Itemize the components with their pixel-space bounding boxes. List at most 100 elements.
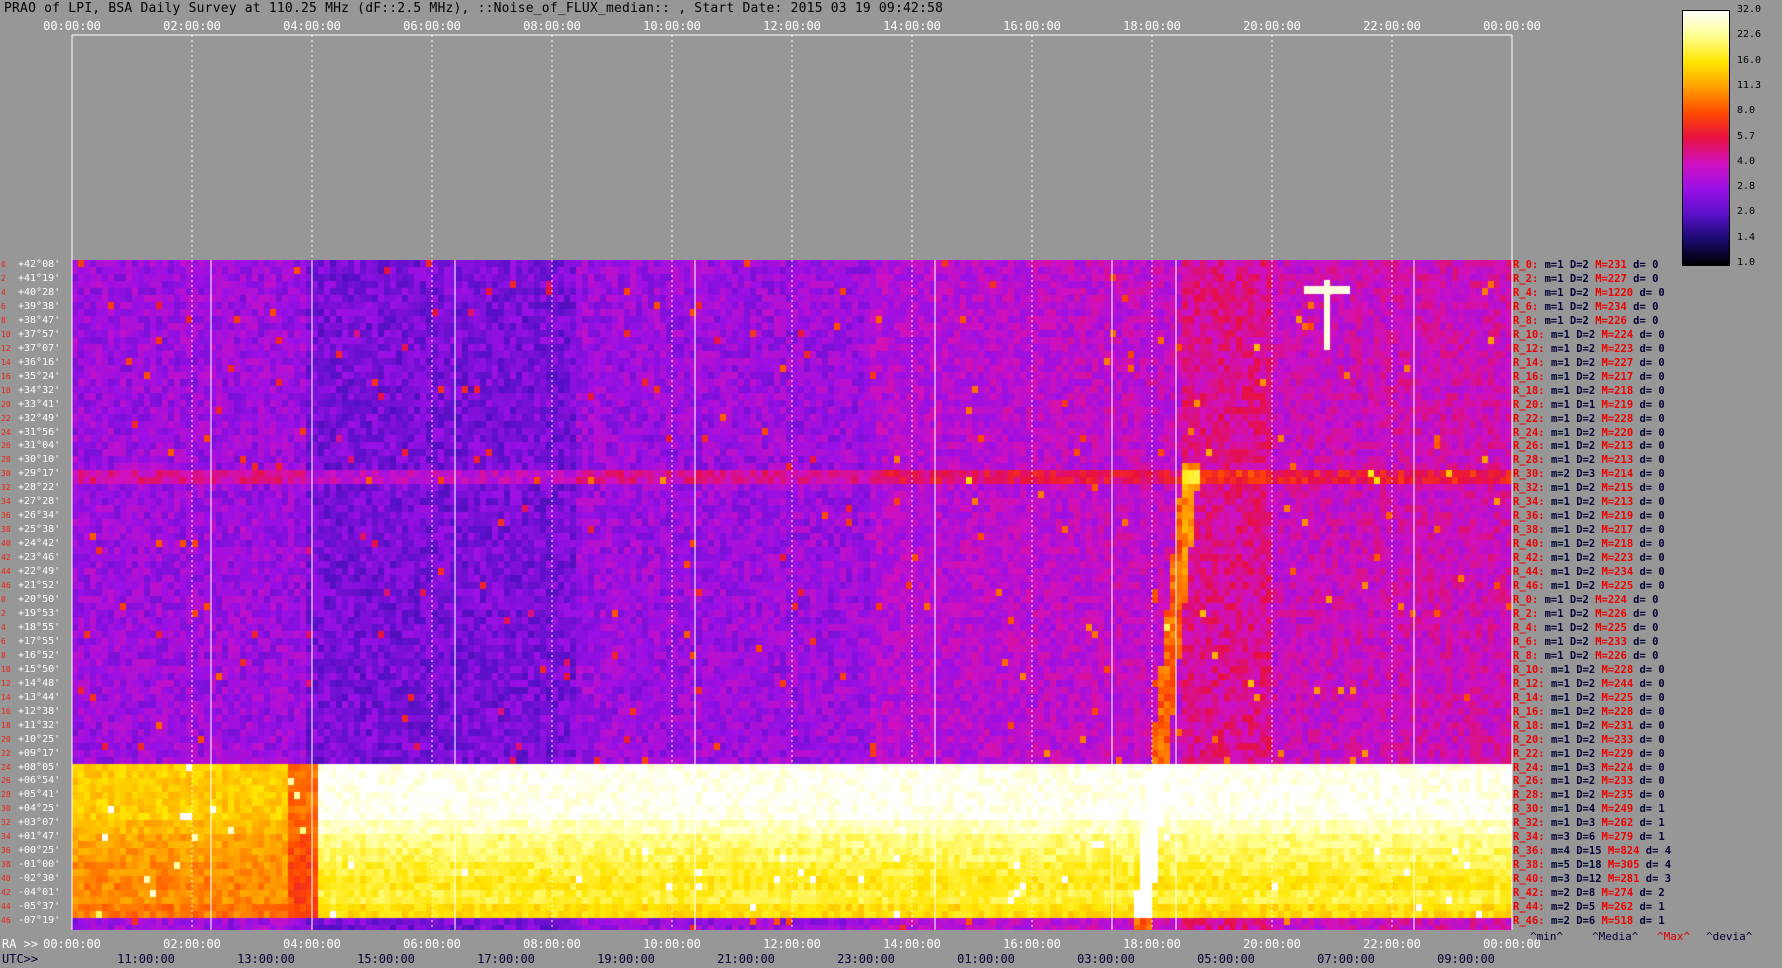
row-stat-d: D=2: [1576, 663, 1602, 676]
row-stat-m: M=1220: [1595, 286, 1640, 299]
row-stat-d: d= 0: [1639, 677, 1665, 690]
declination-label: +41°19': [18, 272, 61, 284]
colorbar-tick: 32.0: [1737, 4, 1762, 15]
row-stat-m: M=227: [1595, 272, 1634, 285]
row-stat-d: d= 0: [1639, 468, 1665, 481]
ra-tick-label: 22:00:00: [1363, 937, 1421, 951]
row-index-label: 36: [1, 846, 11, 856]
row-stat-d: D=2: [1569, 594, 1596, 606]
row-stat-m: M=229: [1601, 747, 1640, 760]
row-stat-d: d= 0: [1639, 286, 1665, 299]
ra-tick-label: 00:00:00: [43, 937, 101, 951]
row-index-label: 38: [1, 860, 11, 870]
row-index-label: 8: [1, 650, 6, 660]
top-tick-label: 08:00:00: [523, 19, 581, 33]
declination-label: +19°53': [18, 607, 61, 619]
row-stat-d: D=2: [1576, 412, 1602, 425]
row-stat-d: d= 0: [1633, 259, 1659, 271]
top-tick-label: 20:00:00: [1243, 19, 1301, 33]
row-stat-d: D=3: [1576, 817, 1602, 830]
row-stat: R_32: m=1 D=2 M=215 d= 0: [1513, 482, 1665, 494]
row-stat: R_34: m=3 D=6 M=279 d= 1: [1513, 831, 1665, 843]
row-stat-m: m=1: [1544, 594, 1570, 606]
colorbar-tick: 5.7: [1737, 130, 1756, 142]
row-stat-d: d= 1: [1639, 803, 1665, 816]
row-stat: R_10: m=1 D=2 M=228 d= 0: [1513, 664, 1665, 676]
row-stat-d: d= 0: [1639, 747, 1665, 760]
row-stat-d: d= 0: [1639, 398, 1665, 411]
top-tick-label: 10:00:00: [643, 19, 701, 33]
top-tick-label: 00:00:00: [43, 19, 101, 33]
ra-tick-label: 16:00:00: [1003, 937, 1061, 951]
row-stat-m: M=217: [1601, 370, 1640, 383]
row-stat-m: m=1: [1550, 803, 1577, 816]
row-stat-m: M=234: [1595, 300, 1634, 313]
row-stat-ra: R_14:: [1513, 356, 1551, 369]
row-stat-m: m=1: [1544, 286, 1570, 299]
row-index-label: 2: [1, 608, 6, 618]
row-stat-d: d= 0: [1639, 342, 1665, 355]
row-stat-d: d= 0: [1639, 482, 1665, 495]
row-index-label: 18: [1, 385, 11, 395]
row-stat-m: M=262: [1601, 817, 1640, 830]
row-stat-d: d= 2: [1639, 887, 1665, 900]
row-stat-d: d= 1: [1639, 817, 1665, 830]
utc-tick-label: 01:00:00: [957, 952, 1015, 966]
utc-tick-label: 17:00:00: [477, 952, 535, 966]
ra-tick-label: 18:00:00: [1123, 937, 1181, 951]
row-stat-d: D=2: [1576, 440, 1602, 453]
declination-label: +24°42': [18, 538, 61, 550]
row-stat-ra: R_38:: [1513, 524, 1551, 537]
row-stat-ra: R_30:: [1513, 803, 1551, 816]
row-stat-d: D=2: [1569, 635, 1596, 648]
row-stat-d: d= 0: [1639, 538, 1665, 551]
row-index-label: 40: [1, 874, 11, 884]
row-stat-ra: R_0:: [1513, 594, 1545, 606]
row-stat-m: M=223: [1601, 552, 1640, 565]
row-index-label: 30: [1, 469, 11, 479]
row-stat-m: m=1: [1550, 398, 1577, 411]
row-stat-d: D=2: [1576, 789, 1602, 802]
row-stat-m: M=213: [1601, 454, 1640, 467]
row-stat-m: m=1: [1544, 635, 1570, 648]
utc-tick-label: 09:00:00: [1437, 952, 1495, 966]
row-index-label: 6: [1, 301, 6, 311]
declination-label: +05°41': [18, 789, 61, 801]
row-stat-m: M=217: [1601, 524, 1640, 537]
declination-label: +37°57': [18, 328, 61, 340]
row-stat-ra: R_28:: [1513, 789, 1551, 802]
row-stat-m: M=219: [1601, 510, 1640, 523]
row-stat: R_42: m=1 D=2 M=223 d= 0: [1513, 552, 1665, 564]
row-stat-d: D=6: [1576, 831, 1602, 844]
row-index-label: 24: [1, 762, 11, 772]
declination-label: +11°32': [18, 719, 61, 731]
row-stat-d: d= 0: [1639, 691, 1665, 704]
row-stat-d: D=2: [1576, 747, 1602, 760]
row-stat-m: m=1: [1550, 342, 1577, 355]
row-index-label: 44: [1, 902, 11, 912]
row-stat: R_40: m=3 D=12 M=281 d= 3: [1513, 873, 1671, 885]
declination-label: +13°44': [18, 691, 61, 703]
row-stat-ra: R_30:: [1513, 468, 1551, 481]
declination-label: +25°38': [18, 524, 61, 536]
row-stat-d: d= 3: [1645, 873, 1672, 886]
row-stat-d: d= 0: [1633, 621, 1659, 634]
declination-label: +31°56': [18, 426, 61, 438]
declination-label: +27°28': [18, 496, 61, 508]
row-stat-d: d= 1: [1639, 831, 1665, 844]
row-stat-d: d= 0: [1639, 510, 1665, 523]
row-stat: R_20: m=1 D=2 M=233 d= 0: [1513, 734, 1665, 746]
row-stat-d: D=2: [1569, 607, 1596, 620]
colorbar-tick: 11.3: [1737, 79, 1762, 91]
row-stat-ra: R_14:: [1513, 691, 1551, 704]
row-stat-d: D=12: [1576, 873, 1608, 886]
row-stat-ra: R_46:: [1513, 915, 1551, 928]
row-stat-d: D=2: [1576, 356, 1602, 369]
row-stat-m: m=1: [1544, 649, 1570, 662]
row-stat-d: D=2: [1569, 259, 1596, 271]
row-stat-ra: R_12:: [1513, 677, 1551, 690]
row-stat: R_28: m=1 D=2 M=213 d= 0: [1513, 454, 1665, 466]
row-stat-ra: R_8:: [1513, 314, 1545, 327]
row-stat-m: m=1: [1544, 259, 1570, 271]
row-index-label: 18: [1, 720, 11, 730]
